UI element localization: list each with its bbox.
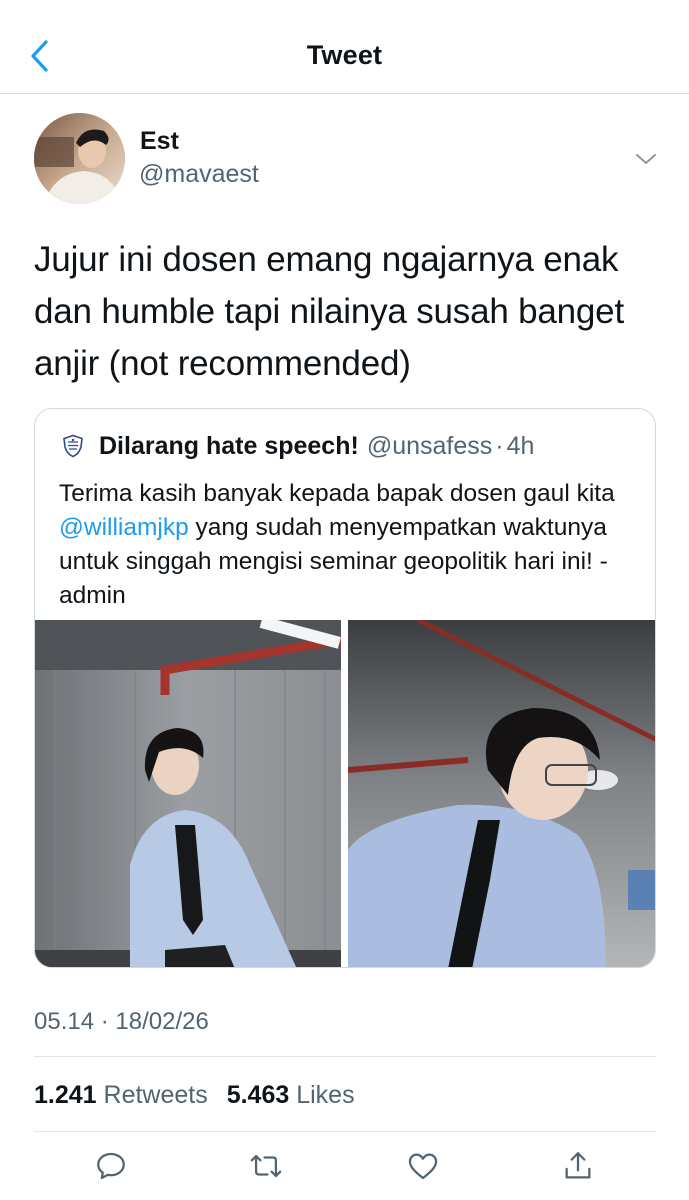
retweet-button[interactable] (246, 1146, 286, 1186)
likes-label: Likes (296, 1081, 355, 1109)
quoted-tweet-text: Terima kasih banyak kepada bapak dosen g… (59, 477, 639, 613)
page-title: Tweet (306, 40, 383, 70)
tweet-action-bar (0, 1146, 689, 1186)
shield-logo-icon (63, 434, 83, 458)
chevron-down-icon (636, 154, 656, 164)
like-icon (408, 1153, 438, 1180)
likes-count: 5.463 (226, 1081, 290, 1109)
avatar[interactable] (34, 113, 125, 204)
quoted-author-handle: @unsafess (366, 431, 493, 460)
like-button[interactable] (403, 1146, 443, 1186)
quoted-tweet-time: 4h (506, 431, 535, 460)
quoted-tweet-card[interactable]: Dilarang hate speech! @unsafess · 4h Ter… (34, 408, 656, 968)
tweet-photo-1[interactable] (35, 620, 341, 967)
retweets-stat[interactable]: 1.241 Retweets (34, 1081, 220, 1109)
separator-dot: · (495, 431, 504, 460)
divider (34, 1056, 656, 1057)
mention-link[interactable]: @williamjkp (59, 514, 189, 541)
retweets-label: Retweets (103, 1081, 208, 1109)
tweet-photo-2[interactable] (348, 620, 655, 967)
tweet-text: Jujur ini dosen emang ngajarnya enak dan… (34, 240, 624, 383)
engagement-stats: 1.241 Retweets 5.463 Likes (34, 1081, 367, 1110)
quoted-text-part: Terima kasih banyak kepada bapak dosen g… (59, 480, 615, 507)
author-display-name[interactable]: Est (140, 127, 179, 156)
share-button[interactable] (558, 1146, 598, 1186)
divider (34, 1131, 656, 1132)
quoted-tweet-header: Dilarang hate speech! @unsafess · 4h (61, 431, 535, 460)
share-icon (565, 1152, 591, 1179)
reply-icon (97, 1152, 125, 1180)
top-nav-bar: Tweet (0, 0, 689, 94)
reply-button[interactable] (91, 1146, 131, 1186)
retweet-icon (250, 1154, 282, 1178)
more-options-button[interactable] (628, 144, 664, 174)
tweet-timestamp: 05.14 · 18/02/26 (34, 1008, 209, 1035)
author-handle[interactable]: @mavaest (139, 160, 259, 189)
retweets-count: 1.241 (34, 1081, 97, 1109)
likes-stat[interactable]: 5.463 Likes (227, 1081, 367, 1109)
quoted-author-name: Dilarang hate speech! (99, 431, 359, 460)
